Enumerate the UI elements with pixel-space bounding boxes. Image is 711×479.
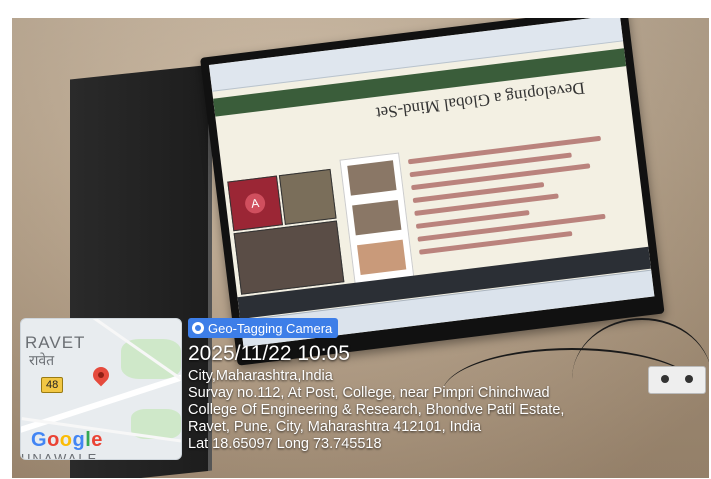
- map-place-label-hindi: रावेत: [29, 353, 55, 369]
- slide-photo: [352, 199, 402, 236]
- stamp-line: Survay no.112, At Post, College, near Pi…: [188, 385, 550, 401]
- slide-photo: [356, 239, 407, 276]
- stamp-line: Ravet, Pune, City, Maharashtra 412101, I…: [188, 419, 482, 435]
- participant-tile: [278, 168, 337, 225]
- socket-hole: [661, 375, 669, 383]
- badge-label: Geo-Tagging Camera: [208, 320, 333, 336]
- socket-hole: [685, 375, 693, 383]
- participant-avatar: [227, 175, 283, 232]
- google-logo: Google: [31, 429, 103, 451]
- camera-icon: [192, 322, 204, 334]
- geotag-stamp: 2025/11/22 10:05 City,Maharashtra,India …: [188, 342, 564, 453]
- wall-display: Developing a Global Mind-Set: [200, 18, 665, 366]
- slide-photo: [347, 160, 397, 196]
- stamp-line: College Of Engineering & Research, Bhond…: [188, 402, 565, 418]
- map-place-label: RAVET: [25, 333, 86, 352]
- stamp-coordinates: Lat 18.65097 Long 73.745518: [188, 436, 382, 452]
- classroom-tile: [233, 220, 345, 295]
- bullet-line: [411, 163, 591, 191]
- meeting-video-grid: [227, 168, 345, 301]
- highway-shield: 48: [41, 377, 64, 393]
- map-pin-icon: [89, 363, 113, 387]
- geo-tagging-badge: Geo-Tagging Camera: [188, 318, 339, 338]
- slide-bullets: [407, 125, 638, 255]
- slide-photo-column: [339, 152, 416, 291]
- power-socket: [648, 366, 706, 394]
- stamp-line: City,Maharashtra,India: [188, 368, 333, 384]
- display-screen: Developing a Global Mind-Set: [208, 18, 655, 347]
- location-map-thumbnail: RAVET रावेत 48 Google UNAWALE: [20, 318, 182, 460]
- map-place-label-bottom: UNAWALE: [21, 451, 99, 460]
- stamp-datetime: 2025/11/22 10:05: [188, 342, 350, 365]
